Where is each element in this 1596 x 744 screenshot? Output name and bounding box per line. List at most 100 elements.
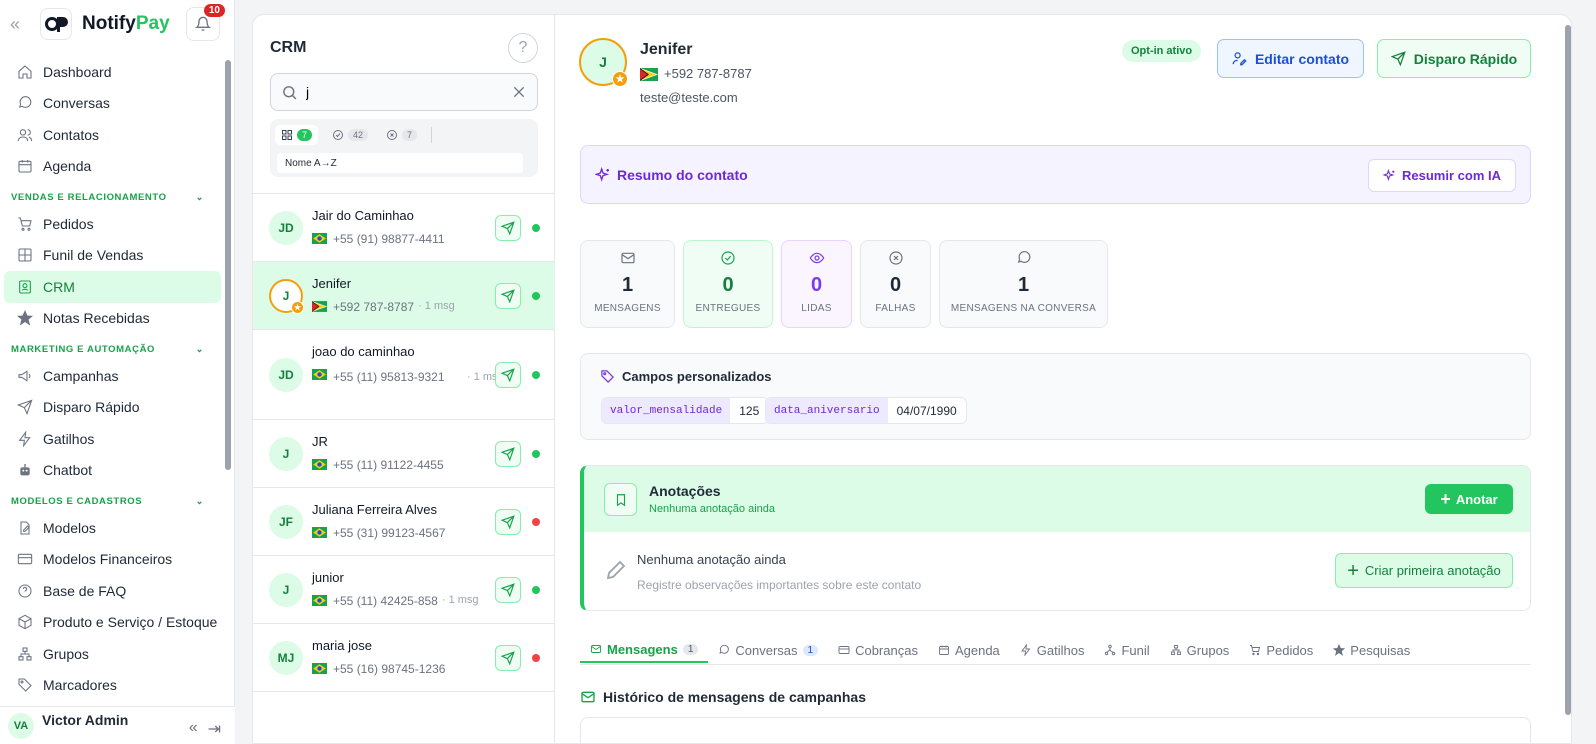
clear-search-icon[interactable]: [511, 84, 527, 100]
quick-send-button[interactable]: Disparo Rápido: [1377, 39, 1531, 78]
calendar-icon: [939, 645, 949, 655]
filter-done[interactable]: 42: [326, 125, 374, 145]
avatar-initial: J: [599, 54, 607, 70]
section-marketing[interactable]: MARKETING E AUTOMAÇÃO ⌄: [0, 338, 226, 360]
bookmark-icon: [604, 483, 637, 516]
contact-avatar: J ★: [269, 278, 304, 314]
add-note-button[interactable]: + Anotar: [1425, 484, 1513, 514]
sort-select[interactable]: Nome A→Z: [276, 152, 524, 174]
tab-mensagens[interactable]: Mensagens 1: [580, 637, 709, 663]
send-message-button[interactable]: [495, 508, 521, 535]
grid-icon: [18, 248, 32, 262]
card-icon: [838, 646, 850, 654]
tab-cobrancas[interactable]: Cobranças: [828, 637, 928, 663]
user-avatar[interactable]: VA: [8, 712, 34, 739]
brazil-flag-icon: [312, 595, 327, 606]
phone-text: +592 787-8787: [333, 300, 415, 314]
collapse-icon[interactable]: «: [189, 719, 198, 739]
tab-grupos[interactable]: Grupos: [1160, 637, 1240, 663]
send-message-button[interactable]: [495, 644, 521, 671]
box-icon: [18, 614, 32, 630]
nav-contatos[interactable]: Contatos: [4, 119, 221, 151]
nav-crm[interactable]: CRM: [4, 271, 221, 303]
avatar-initials: J: [282, 446, 290, 461]
nav-pedidos[interactable]: Pedidos: [4, 208, 221, 240]
nav-agenda[interactable]: Agenda: [4, 151, 221, 183]
tab-pedidos[interactable]: Pedidos: [1239, 637, 1323, 663]
nav-grupos[interactable]: Grupos: [4, 638, 221, 670]
search-input[interactable]: [306, 84, 511, 100]
notes-title: Anotações: [649, 483, 721, 499]
contact-list-item[interactable]: MJ maria jose +55 (16) 98745-1236: [253, 624, 555, 692]
sidebar-scrollbar[interactable]: [225, 60, 231, 470]
contact-list-item[interactable]: JD Jair do Caminhao +55 (91) 98877-4411: [253, 194, 555, 262]
robot-icon: [20, 464, 30, 476]
help-circle-icon: [18, 584, 32, 598]
main-card: CRM ? 7 42 7 Nome A→Z JD Jair do Caminhao…: [252, 14, 1572, 744]
avatar-initials: JD: [278, 220, 294, 235]
contact-list-item[interactable]: J ★ Jenifer +592 787-8787 · 1 msg: [253, 262, 555, 330]
send-message-button[interactable]: [495, 440, 521, 467]
nav-faq[interactable]: Base de FAQ: [4, 575, 221, 607]
contact-phone: +592 787-8787 · 1 msg: [312, 300, 455, 314]
contact-name: joao do caminhao: [312, 344, 415, 359]
nav-marcadores[interactable]: Marcadores: [4, 670, 221, 702]
filter-failed[interactable]: 7: [380, 125, 423, 145]
nav-label: Modelos Financeiros: [43, 551, 173, 568]
tab-agenda[interactable]: Agenda: [928, 637, 1010, 663]
stat-read: 0 LIDAS: [781, 240, 852, 328]
tab-conversas[interactable]: Conversas 1: [708, 637, 828, 663]
nav-funil[interactable]: Funil de Vendas: [4, 240, 221, 272]
contact-name: Jenifer: [312, 276, 352, 291]
nav-campanhas[interactable]: Campanhas: [4, 360, 221, 392]
nav-gatilhos[interactable]: Gatilhos: [4, 423, 221, 455]
brazil-flag-icon: [312, 233, 327, 244]
filter-all[interactable]: 7: [275, 125, 319, 145]
contact-list-item[interactable]: JD joao do caminhao +55 (11) 95813-9321 · 1…: [253, 330, 555, 420]
tab-funil[interactable]: Funil: [1094, 637, 1159, 663]
nav-notas[interactable]: Notas Recebidas: [4, 303, 221, 335]
summarize-ai-button[interactable]: Resumir com IA: [1368, 159, 1516, 192]
cart-icon: [1250, 645, 1261, 656]
history-title-text: Histórico de mensagens de campanhas: [603, 689, 866, 705]
nav-dashboard[interactable]: Dashboard: [4, 56, 221, 88]
cart-icon: [18, 217, 32, 231]
tab-badge: 1: [682, 643, 699, 655]
notes-header: Anotações Nenhuma anotação ainda + Anota…: [584, 466, 1530, 532]
tab-gatilhos[interactable]: Gatilhos: [1010, 637, 1095, 663]
collapse-sidebar-icon[interactable]: «: [10, 14, 32, 35]
send-message-button[interactable]: [495, 214, 521, 241]
nav-modelos-financeiros[interactable]: Modelos Financeiros: [4, 544, 221, 576]
nav-produto[interactable]: Produto e Serviço / Estoque: [4, 607, 221, 639]
section-vendas[interactable]: VENDAS E RELACIONAMENTO ⌄: [0, 186, 226, 208]
send-message-button[interactable]: [495, 282, 521, 309]
logout-icon[interactable]: ⇥: [208, 719, 221, 739]
send-message-button[interactable]: [495, 576, 521, 603]
avatar-initials: J: [282, 582, 290, 597]
nav-chatbot[interactable]: Chatbot: [4, 455, 221, 487]
nav-modelos[interactable]: Modelos: [4, 512, 221, 544]
contact-list-item[interactable]: Jjunior +55 (11) 42425-858 · 1 msg: [253, 556, 555, 624]
create-first-note-button[interactable]: + Criar primeira anotação: [1335, 553, 1513, 588]
contact-list-item[interactable]: J JR +55 (11) 91122-4455: [253, 420, 555, 488]
notifications-button[interactable]: 10: [186, 4, 225, 41]
nav-disparo[interactable]: Disparo Rápido: [4, 392, 221, 424]
send-message-button[interactable]: [495, 361, 521, 388]
edit-contact-button[interactable]: Editar contato: [1217, 39, 1364, 78]
detail-scrollbar[interactable]: [1565, 25, 1571, 715]
brazil-flag-icon: [312, 527, 327, 538]
sidebar-footer: VA Victor Admin « ⇥: [0, 706, 235, 744]
stat-failed: 0 FALHAS: [860, 240, 931, 328]
star-icon: ★: [291, 300, 304, 314]
send-icon: [501, 514, 515, 529]
nav-label: Conversas: [43, 95, 110, 112]
help-button[interactable]: ?: [508, 33, 538, 63]
tab-pesquisas[interactable]: Pesquisas: [1323, 637, 1420, 663]
contact-list-item[interactable]: JF Juliana Ferreira Alves +55 (31) 99123-4…: [253, 488, 555, 556]
section-modelos[interactable]: MODELOS E CADASTROS ⌄: [0, 490, 226, 512]
nav-label: CRM: [43, 278, 75, 295]
stat-value: 0: [889, 274, 902, 296]
nav-conversas[interactable]: Conversas: [4, 88, 221, 120]
contact-avatar: MJ: [269, 640, 303, 675]
contact-name: JR: [312, 434, 328, 449]
